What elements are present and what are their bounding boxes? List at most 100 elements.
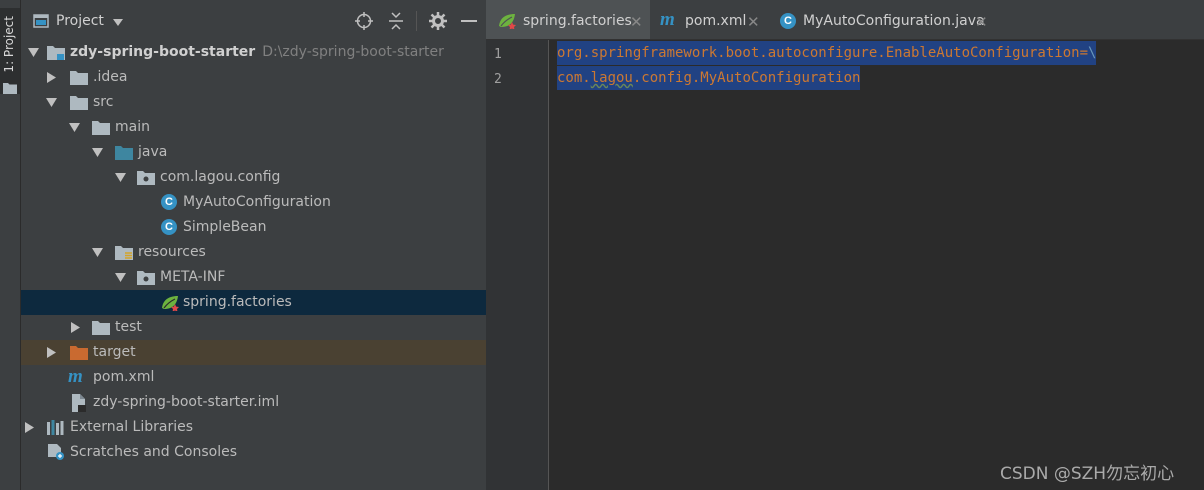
typo-underlined-word: lagou	[590, 70, 633, 86]
maven-icon: m	[68, 366, 83, 387]
folder-icon	[3, 83, 17, 94]
tree-item-zdy-spring-boot-starter[interactable]: zdy-spring-boot-starter D:\zdy-spring-boo…	[21, 40, 486, 65]
line-continuation: \	[1088, 45, 1097, 61]
tree-item-test[interactable]: test	[21, 315, 486, 340]
tree-item-label: resources	[138, 244, 206, 260]
editor-tab-bar: spring.factories ✕ m pom.xml ✕ C MyAutoC…	[486, 0, 1204, 40]
project-panel: Project zdy-spring-boot-starter D:\zdy-sp…	[21, 0, 486, 490]
chevron-down-icon[interactable]	[92, 248, 103, 257]
project-window-icon	[33, 14, 49, 28]
property-key: org.springframework.boot.autoconfigure.E…	[557, 45, 1080, 61]
tree-item-simplebean[interactable]: C SimpleBean	[21, 215, 486, 240]
scratches-icon	[48, 444, 64, 460]
tree-item-iml[interactable]: zdy-spring-boot-starter.iml	[21, 390, 486, 415]
toolbar-divider	[416, 11, 417, 31]
resources-folder-icon	[115, 246, 133, 260]
module-path-hint: D:\zdy-spring-boot-starter	[262, 44, 444, 60]
tree-item-label: com.lagou.config	[160, 169, 281, 185]
tree-item-label: External Libraries	[70, 419, 193, 435]
tree-item-label: pom.xml	[93, 369, 155, 385]
tree-item-main[interactable]: main	[21, 115, 486, 140]
tree-item-label: src	[93, 94, 114, 110]
property-value: com.	[557, 70, 591, 86]
code-line[interactable]: com.lagou.config.MyAutoConfiguration	[557, 66, 861, 90]
tree-item-label: zdy-spring-boot-starter	[70, 44, 256, 60]
tree-item-label: spring.factories	[183, 294, 292, 310]
tab-label: pom.xml	[685, 13, 747, 29]
line-number: 1	[494, 47, 502, 62]
chevron-down-icon[interactable]	[92, 148, 103, 157]
tree-item-external-libraries[interactable]: External Libraries	[21, 415, 486, 440]
tree-item-meta-inf[interactable]: META-INF	[21, 265, 486, 290]
tree-item-src[interactable]: src	[21, 90, 486, 115]
tree-item-label: MyAutoConfiguration	[183, 194, 331, 210]
tool-window-strip: 1: Project	[0, 0, 21, 490]
package-icon	[137, 271, 155, 285]
tree-item-label: java	[138, 144, 168, 160]
tree-item-label: Scratches and Consoles	[70, 444, 237, 460]
folder-icon	[92, 321, 110, 335]
line-number-gutter: 1 2	[486, 40, 549, 490]
spring-icon	[499, 14, 516, 29]
close-icon[interactable]: ✕	[630, 13, 643, 31]
tree-item-spring-factories[interactable]: spring.factories	[21, 290, 486, 315]
tree-item-label: zdy-spring-boot-starter.iml	[93, 394, 280, 410]
tree-item-resources[interactable]: resources	[21, 240, 486, 265]
chevron-down-icon[interactable]	[115, 173, 126, 182]
chevron-down-icon[interactable]	[69, 123, 80, 132]
chevron-down-icon[interactable]	[113, 19, 123, 26]
tree-item-label: SimpleBean	[183, 219, 267, 235]
tree-item-label: test	[115, 319, 142, 335]
collapse-all-icon[interactable]	[388, 12, 404, 30]
excluded-folder-icon	[70, 346, 88, 360]
hide-icon[interactable]	[461, 12, 477, 30]
tab-label: spring.factories	[523, 13, 632, 29]
class-icon: C	[780, 13, 796, 29]
package-icon	[137, 171, 155, 185]
chevron-down-icon[interactable]	[46, 98, 57, 107]
editor-area: spring.factories ✕ m pom.xml ✕ C MyAutoC…	[486, 0, 1204, 490]
tree-item-idea[interactable]: .idea	[21, 65, 486, 90]
class-icon: C	[161, 219, 177, 235]
line-number: 2	[494, 72, 502, 87]
iml-file-icon	[72, 394, 86, 412]
maven-icon: m	[660, 9, 675, 30]
folder-icon	[70, 96, 88, 110]
chevron-down-icon[interactable]	[115, 273, 126, 282]
chevron-right-icon[interactable]	[47, 347, 56, 358]
module-folder-icon	[47, 46, 65, 60]
locate-icon[interactable]	[355, 12, 373, 30]
code-line[interactable]: org.springframework.boot.autoconfigure.E…	[557, 41, 1097, 65]
project-view-selector[interactable]: Project	[56, 13, 104, 29]
close-icon[interactable]: ✕	[747, 13, 760, 31]
tree-item-label: target	[93, 344, 136, 360]
gear-icon[interactable]	[429, 12, 447, 30]
class-icon: C	[161, 194, 177, 210]
chevron-right-icon[interactable]	[25, 422, 34, 433]
libraries-icon	[47, 420, 64, 435]
project-tool-tab[interactable]: 1: Project	[0, 8, 20, 94]
close-icon[interactable]: ✕	[975, 13, 988, 31]
source-folder-icon	[115, 146, 133, 160]
tab-label: MyAutoConfiguration.java	[803, 13, 985, 29]
tree-item-label: main	[115, 119, 150, 135]
tab-spring-factories[interactable]: spring.factories ✕	[486, 0, 650, 39]
tree-item-scratches[interactable]: Scratches and Consoles	[21, 440, 486, 465]
property-value: .config.MyAutoConfiguration	[632, 70, 861, 86]
tab-myautoconfiguration[interactable]: C MyAutoConfiguration.java ✕	[770, 0, 992, 39]
project-tool-tab-label: 1: Project	[2, 16, 16, 73]
tree-item-target[interactable]: target	[21, 340, 486, 365]
spring-icon	[162, 296, 179, 311]
tree-item-myautoconfiguration[interactable]: C MyAutoConfiguration	[21, 190, 486, 215]
chevron-right-icon[interactable]	[47, 72, 56, 83]
chevron-down-icon[interactable]	[28, 48, 39, 57]
tree-item-com-lagou-config[interactable]: com.lagou.config	[21, 165, 486, 190]
tab-pom-xml[interactable]: m pom.xml ✕	[650, 0, 770, 39]
key-value-separator: =	[1079, 45, 1089, 61]
watermark: CSDN @SZH勿忘初心	[1000, 464, 1175, 484]
chevron-right-icon[interactable]	[71, 322, 80, 333]
folder-icon	[70, 71, 88, 85]
tree-item-java[interactable]: java	[21, 140, 486, 165]
tree-item-label: META-INF	[160, 269, 226, 285]
tree-item-pom-xml[interactable]: m pom.xml	[21, 365, 486, 390]
